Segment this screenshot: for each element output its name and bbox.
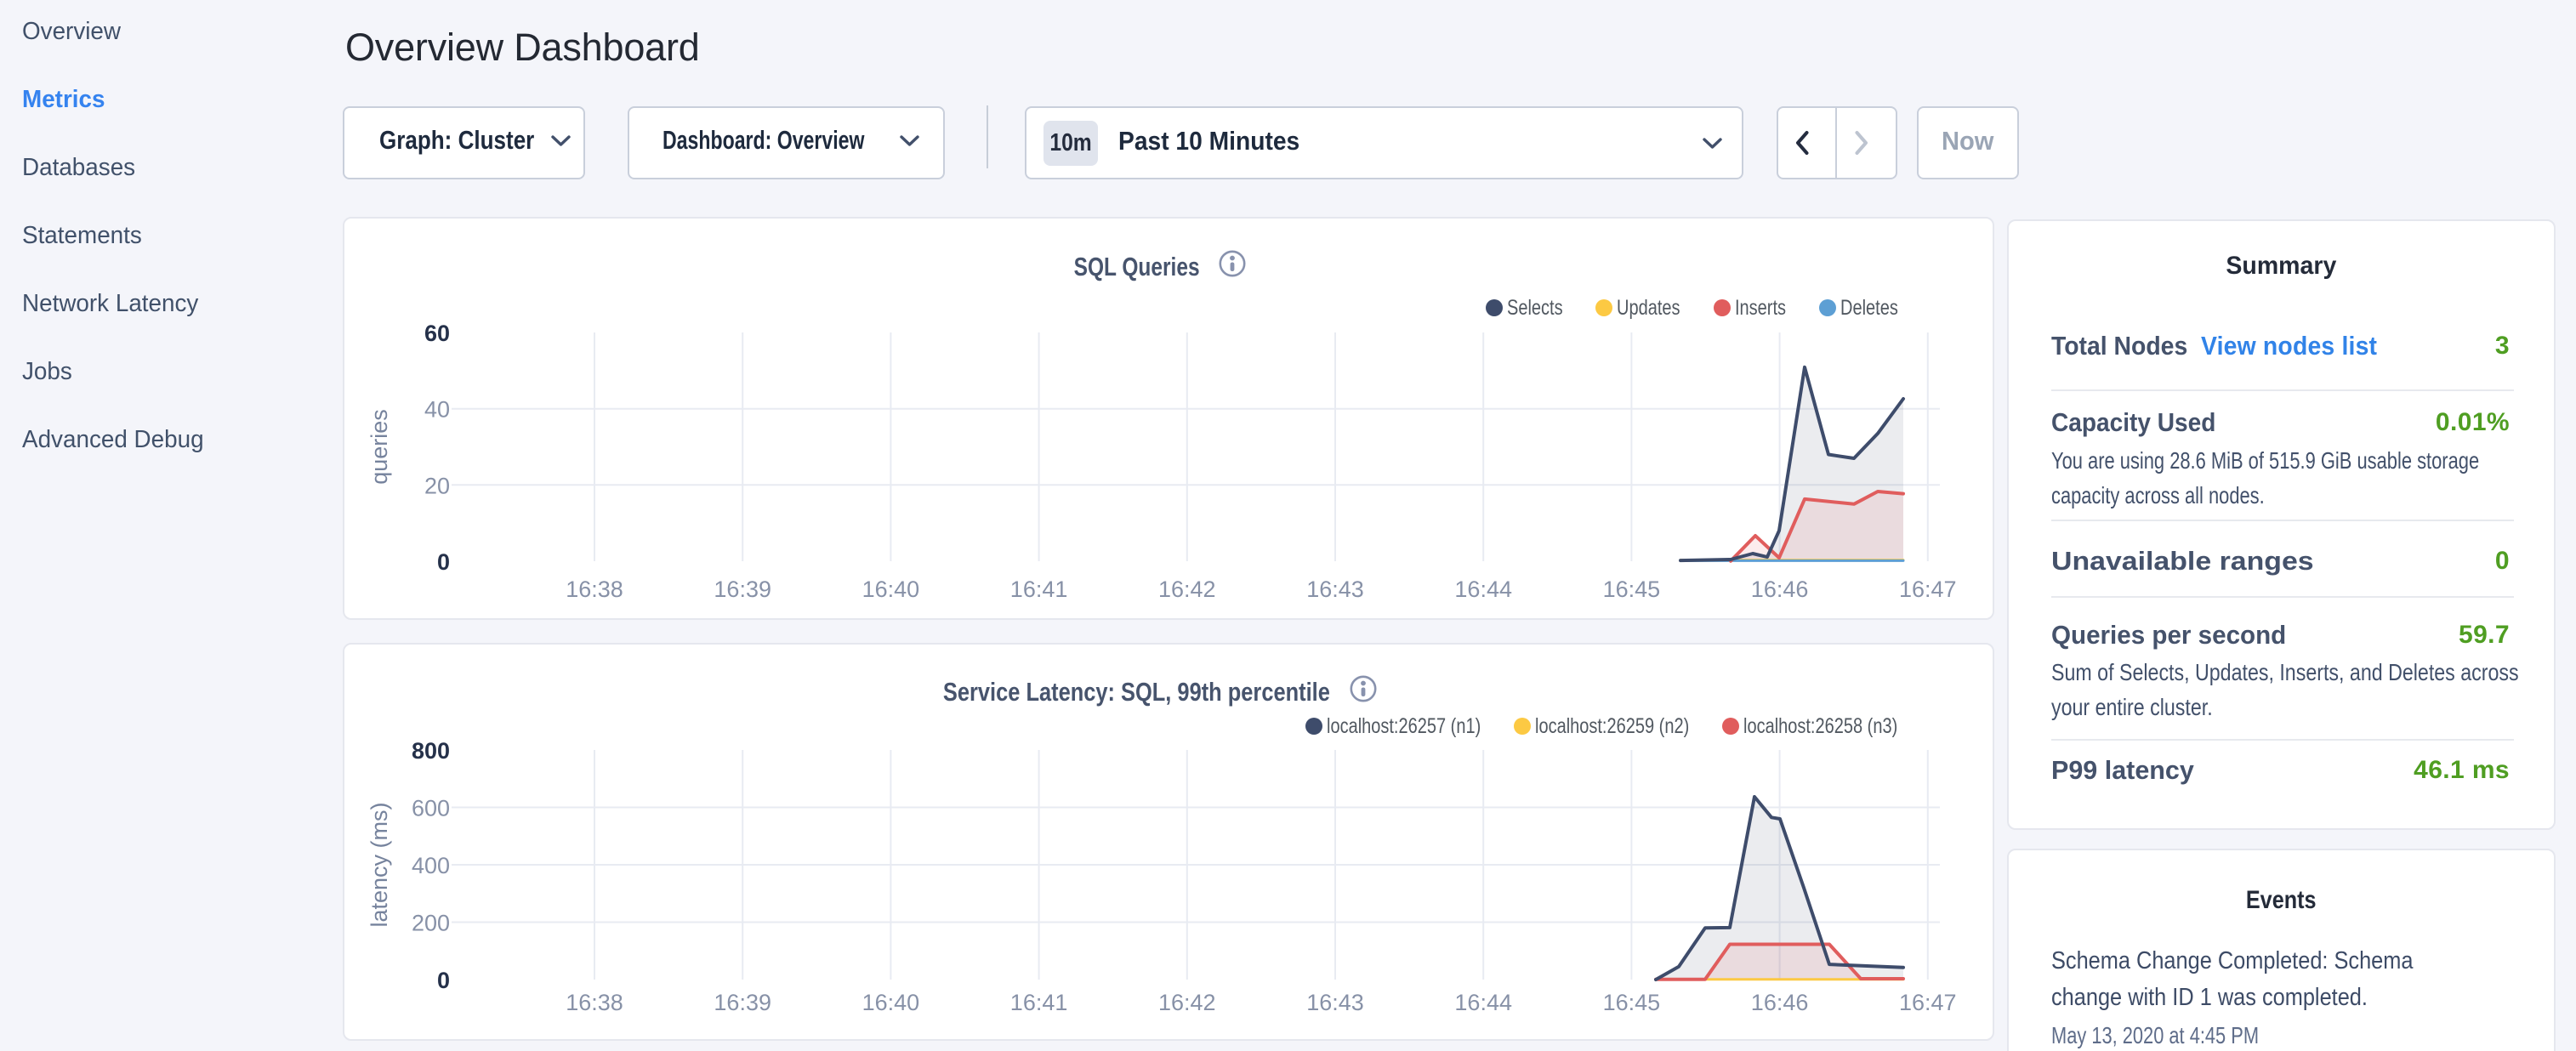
svg-text:16:43: 16:43 xyxy=(1306,990,1364,1015)
svg-text:latency (ms): latency (ms) xyxy=(367,802,392,927)
svg-text:16:38: 16:38 xyxy=(566,990,623,1015)
svg-text:16:45: 16:45 xyxy=(1603,990,1661,1015)
svg-text:200: 200 xyxy=(412,911,450,936)
svg-text:20: 20 xyxy=(424,473,450,498)
svg-text:queries: queries xyxy=(367,409,392,485)
svg-text:600: 600 xyxy=(412,796,450,821)
svg-text:16:41: 16:41 xyxy=(1010,577,1068,602)
svg-text:16:44: 16:44 xyxy=(1454,990,1512,1015)
svg-text:400: 400 xyxy=(412,853,450,878)
svg-text:40: 40 xyxy=(424,397,450,423)
svg-text:0: 0 xyxy=(437,549,450,575)
svg-text:60: 60 xyxy=(424,321,450,346)
svg-text:16:46: 16:46 xyxy=(1751,990,1809,1015)
svg-text:16:42: 16:42 xyxy=(1158,990,1216,1015)
svg-text:16:42: 16:42 xyxy=(1158,577,1216,602)
svg-text:16:40: 16:40 xyxy=(862,577,920,602)
svg-text:16:39: 16:39 xyxy=(714,990,771,1015)
svg-text:16:38: 16:38 xyxy=(566,577,623,602)
svg-text:16:47: 16:47 xyxy=(1899,577,1957,602)
svg-text:0: 0 xyxy=(437,968,450,993)
svg-text:16:46: 16:46 xyxy=(1751,577,1809,602)
svg-text:800: 800 xyxy=(412,738,450,764)
svg-text:16:44: 16:44 xyxy=(1454,577,1512,602)
svg-text:16:45: 16:45 xyxy=(1603,577,1661,602)
svg-text:16:41: 16:41 xyxy=(1010,990,1068,1015)
svg-text:16:39: 16:39 xyxy=(714,577,771,602)
svg-text:16:43: 16:43 xyxy=(1306,577,1364,602)
svg-text:16:47: 16:47 xyxy=(1899,990,1957,1015)
svg-text:16:40: 16:40 xyxy=(862,990,920,1015)
